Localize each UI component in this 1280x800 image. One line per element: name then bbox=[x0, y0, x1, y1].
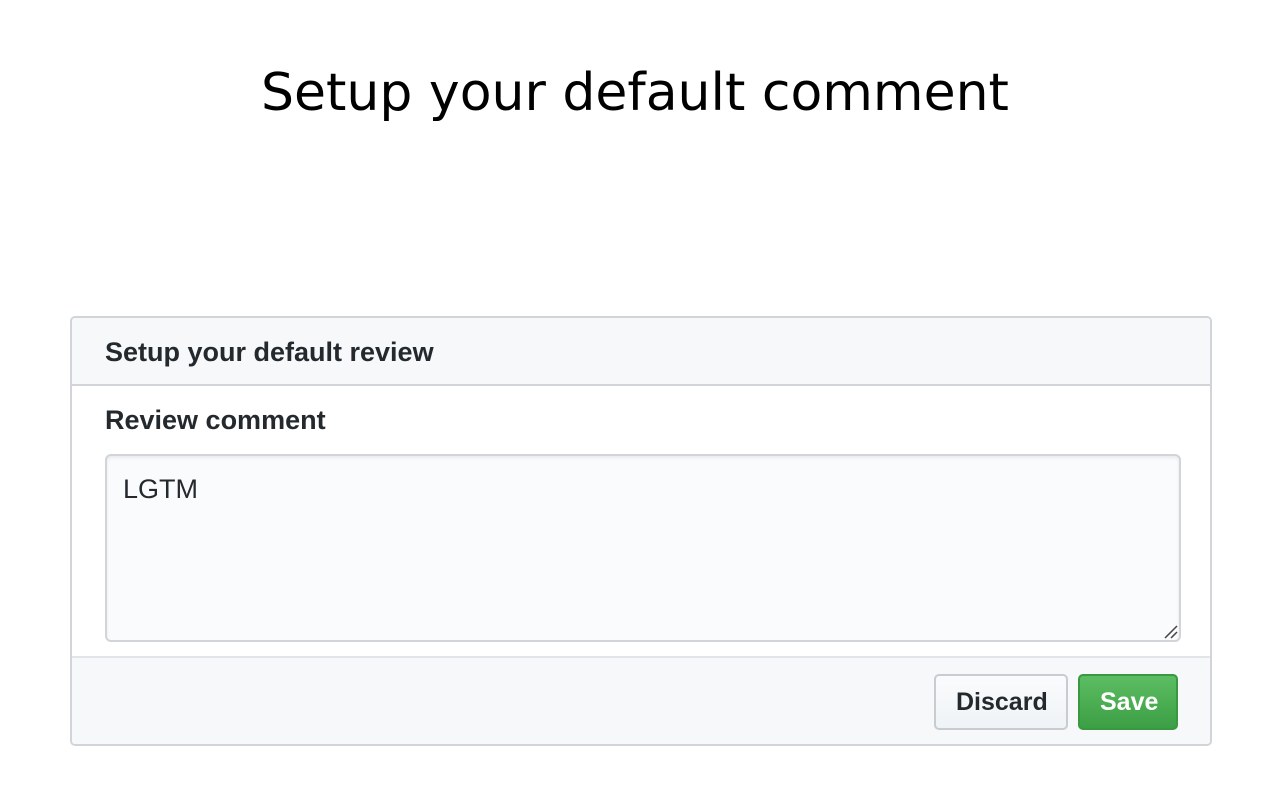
panel-header-title: Setup your default review bbox=[105, 336, 434, 367]
resize-grip-icon[interactable] bbox=[1162, 623, 1178, 639]
review-comment-textarea[interactable] bbox=[105, 454, 1181, 642]
default-review-panel: Setup your default review Review comment… bbox=[70, 316, 1212, 746]
discard-button[interactable]: Discard bbox=[934, 674, 1068, 730]
panel-body: Review comment bbox=[72, 386, 1210, 658]
save-button[interactable]: Save bbox=[1078, 674, 1178, 730]
review-comment-wrapper bbox=[105, 454, 1181, 642]
review-comment-label: Review comment bbox=[105, 405, 326, 435]
page-title: Setup your default comment bbox=[261, 63, 1009, 123]
panel-footer: Discard Save bbox=[72, 658, 1210, 744]
page: Setup your default comment Setup your de… bbox=[0, 0, 1280, 800]
panel-header: Setup your default review bbox=[72, 318, 1210, 386]
